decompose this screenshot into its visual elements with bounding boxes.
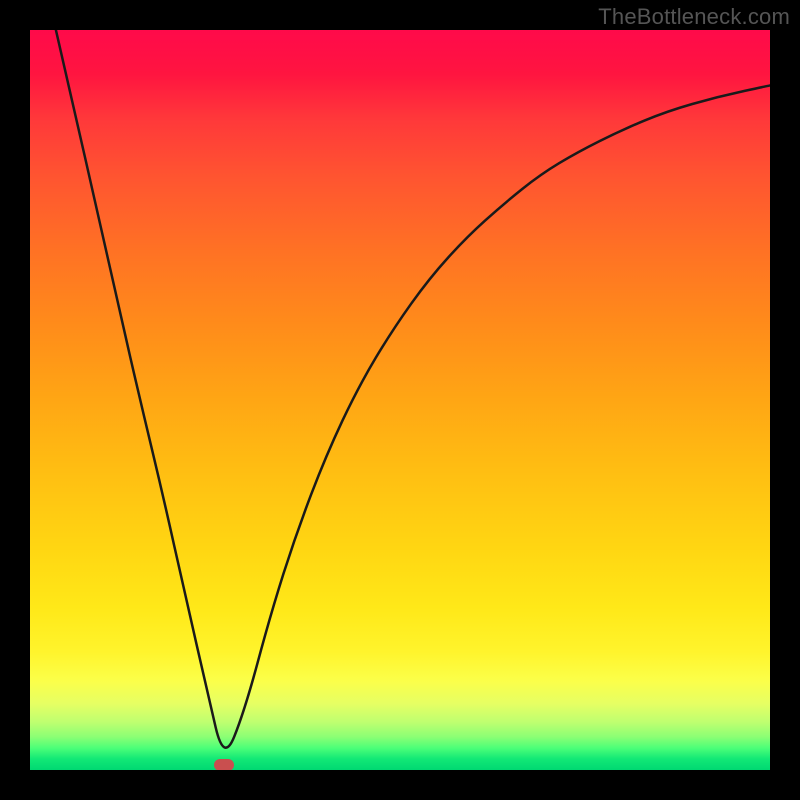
bottleneck-curve-path: [56, 30, 770, 748]
plot-area: [30, 30, 770, 770]
chart-canvas: TheBottleneck.com: [0, 0, 800, 800]
curve-svg: [30, 30, 770, 770]
watermark-text: TheBottleneck.com: [598, 4, 790, 30]
minimum-marker: [214, 759, 234, 770]
